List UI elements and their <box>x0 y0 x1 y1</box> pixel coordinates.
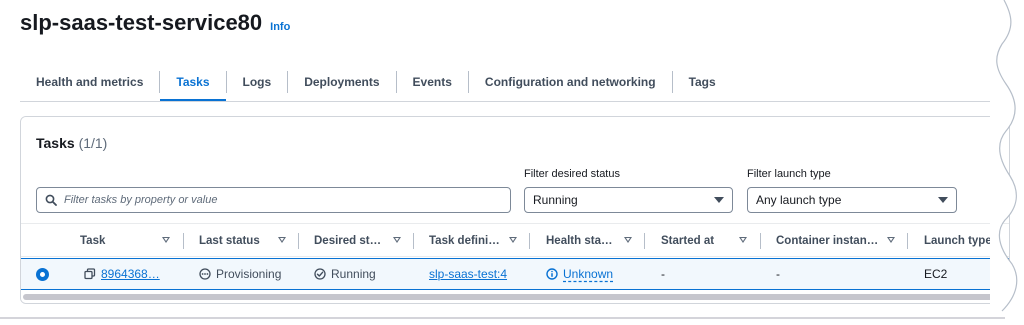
tab-logs[interactable]: Logs <box>227 62 288 102</box>
column-divider[interactable] <box>413 233 414 249</box>
launch-type-value: Any launch type <box>756 193 842 207</box>
column-header-task[interactable]: Task <box>80 224 105 258</box>
filter-launch-type-label: Filter launch type <box>747 168 831 180</box>
tasks-panel: Tasks (1/1) Filter tasks by property or … <box>20 116 1010 304</box>
tab-tasks[interactable]: Tasks <box>160 62 226 102</box>
desired-status-value: Running <box>533 193 578 207</box>
tasks-panel-header: Tasks (1/1) Filter tasks by property or … <box>21 117 1009 223</box>
caret-down-icon <box>714 197 724 203</box>
info-circle-icon <box>546 268 558 280</box>
column-header-desired-status[interactable]: Desired st… <box>314 224 381 258</box>
tab-events[interactable]: Events <box>397 62 468 102</box>
table-row[interactable]: 8964368… Provisioning Running slp-saas-t… <box>21 258 1009 290</box>
column-divider[interactable] <box>529 233 530 249</box>
tab-deployments[interactable]: Deployments <box>288 62 395 102</box>
search-icon <box>45 194 57 206</box>
scrollbar-thumb[interactable] <box>23 294 1009 300</box>
check-circle-icon <box>314 268 326 280</box>
tasks-count: (1/1) <box>78 135 108 151</box>
sort-icon[interactable] <box>739 237 747 243</box>
column-header-health-status[interactable]: Health sta… <box>546 224 612 258</box>
ecs-service-page: slp-saas-test-service80 Info Health and … <box>0 0 1024 325</box>
tasks-heading: Tasks (1/1) <box>36 135 107 151</box>
health-status-popover[interactable]: Unknown <box>563 267 613 281</box>
sort-icon[interactable] <box>887 237 895 243</box>
tasks-heading-title: Tasks <box>36 135 75 151</box>
launch-type-select[interactable]: Any launch type <box>747 187 957 213</box>
task-id-link[interactable]: 8964368… <box>101 267 160 281</box>
tab-configuration-and-networking[interactable]: Configuration and networking <box>469 62 672 102</box>
last-status-value: Provisioning <box>216 267 282 281</box>
desired-status-value: Running <box>331 267 376 281</box>
column-divider[interactable] <box>760 233 761 249</box>
sort-icon[interactable] <box>278 237 286 243</box>
column-divider[interactable] <box>298 233 299 249</box>
column-header-container-instance[interactable]: Container instan… <box>776 224 878 258</box>
page-title: slp-saas-test-service80 <box>20 10 263 35</box>
sort-icon[interactable] <box>393 237 401 243</box>
horizontal-scrollbar[interactable] <box>21 291 1009 303</box>
task-definition-cell: slp-saas-test:4 <box>429 259 507 289</box>
column-divider[interactable] <box>183 233 184 249</box>
caret-down-icon <box>938 197 948 203</box>
radio-selected-icon[interactable] <box>36 268 49 281</box>
filter-desired-status-label: Filter desired status <box>524 168 620 180</box>
service-tabs: Health and metrics Tasks Logs Deployment… <box>20 62 732 102</box>
task-cell: 8964368… <box>84 259 160 289</box>
sort-icon[interactable] <box>162 237 170 243</box>
sort-icon[interactable] <box>624 237 632 243</box>
search-placeholder: Filter tasks by property or value <box>64 194 218 206</box>
clock-status-icon <box>199 268 211 280</box>
tasks-table-header: Task Last status Desired st… Task defini… <box>21 223 1009 257</box>
torn-edge-decoration <box>990 0 1018 325</box>
launch-type-cell: EC2 <box>924 267 948 281</box>
container-instance-cell: - <box>776 267 780 281</box>
sort-icon[interactable] <box>509 237 517 243</box>
page-header: slp-saas-test-service80 Info <box>20 10 290 36</box>
tab-health-and-metrics[interactable]: Health and metrics <box>20 62 159 102</box>
desired-status-select[interactable]: Running <box>524 187 733 213</box>
column-divider[interactable] <box>907 233 908 249</box>
desired-status-cell: Running <box>314 259 376 289</box>
tab-tags[interactable]: Tags <box>673 62 732 102</box>
column-header-launch-type[interactable]: Launch type <box>924 224 992 258</box>
task-definition-link[interactable]: slp-saas-test:4 <box>429 267 507 281</box>
column-divider[interactable] <box>644 233 645 249</box>
last-status-cell: Provisioning <box>199 259 281 289</box>
column-header-last-status[interactable]: Last status <box>199 224 260 258</box>
health-status-cell: Unknown <box>546 259 613 289</box>
copy-icon[interactable] <box>84 268 96 280</box>
info-link[interactable]: Info <box>270 21 290 33</box>
started-at-cell: - <box>661 267 665 281</box>
task-filter-search-input[interactable]: Filter tasks by property or value <box>36 187 511 213</box>
tabs-underline <box>20 101 1010 102</box>
column-header-task-definition[interactable]: Task defini… <box>429 224 500 258</box>
column-header-started-at[interactable]: Started at <box>661 224 714 258</box>
page-bottom-shadow <box>0 317 1005 319</box>
